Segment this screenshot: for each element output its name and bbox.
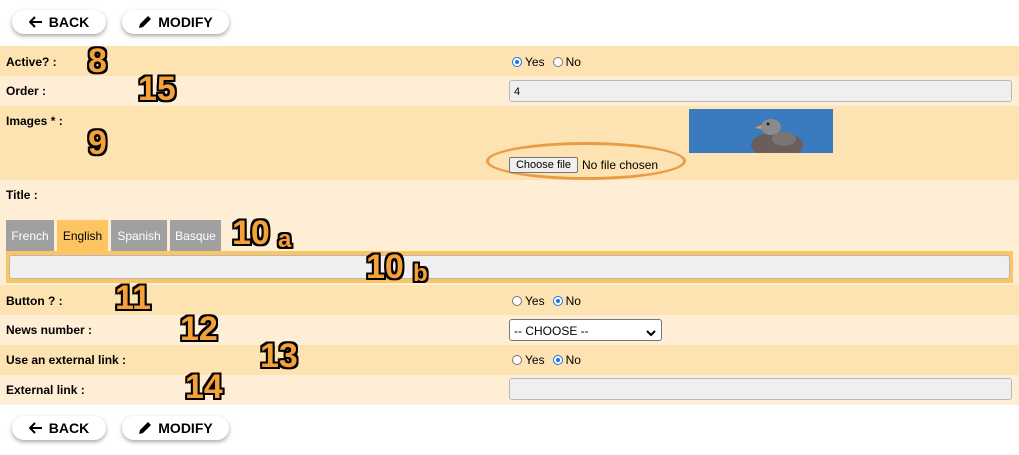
active-no-label: No xyxy=(565,55,581,69)
button-no-radio[interactable] xyxy=(552,296,563,306)
tab-english[interactable]: English xyxy=(57,220,108,251)
row-images: Images * : Choose file No file chosen xyxy=(0,106,1019,180)
image-thumbnail xyxy=(689,109,833,153)
annotation-15: 15 xyxy=(138,70,176,108)
back-label: BACK xyxy=(48,420,90,436)
annotation-10b-number: 10 xyxy=(366,248,404,286)
annotation-14: 14 xyxy=(185,368,223,406)
button-label: Button ? : xyxy=(6,294,63,308)
modify-label: MODIFY xyxy=(158,420,213,436)
order-input[interactable]: 4 xyxy=(509,80,1012,102)
title-input[interactable] xyxy=(9,255,1010,279)
arrow-left-icon xyxy=(28,16,43,28)
annotation-8: 8 xyxy=(88,42,107,80)
use-external-link-label: Use an external link : xyxy=(6,353,127,367)
modify-button-top[interactable]: MODIFY xyxy=(122,10,229,34)
tab-basque[interactable]: Basque xyxy=(170,220,221,251)
active-label: Active? : xyxy=(6,55,57,69)
button-yes-radio[interactable] xyxy=(512,296,522,306)
button-yes-label: Yes xyxy=(525,294,545,308)
annotation-13: 13 xyxy=(260,337,298,375)
back-label: BACK xyxy=(48,14,90,30)
external-no-label: No xyxy=(565,353,581,367)
choose-file-button[interactable]: Choose file xyxy=(509,157,578,173)
modify-button-bottom[interactable]: MODIFY xyxy=(122,416,229,440)
back-button-top[interactable]: BACK xyxy=(12,10,106,34)
annotation-9: 9 xyxy=(88,124,107,162)
arrow-left-icon xyxy=(28,422,43,434)
pencil-icon xyxy=(138,421,152,435)
external-link-input[interactable] xyxy=(509,378,1012,400)
annotation-11: 11 xyxy=(115,279,151,317)
annotation-10a-number: 10 xyxy=(232,214,270,252)
annotation-12: 12 xyxy=(180,310,218,348)
external-link-label: External link : xyxy=(6,383,85,397)
back-button-bottom[interactable]: BACK xyxy=(12,416,106,440)
news-number-selected: -- CHOOSE -- xyxy=(514,324,589,338)
images-label: Images * : xyxy=(6,114,63,128)
row-external-link: External link : xyxy=(0,375,1019,405)
row-use-external-link: Use an external link : Yes No xyxy=(0,345,1019,375)
annotation-10a-suffix: a xyxy=(278,226,292,253)
external-yes-radio[interactable] xyxy=(512,355,522,365)
tab-spanish[interactable]: Spanish xyxy=(111,220,167,251)
active-no-radio[interactable] xyxy=(552,57,563,67)
title-label: Title : xyxy=(6,188,38,202)
active-yes-label: Yes xyxy=(525,55,545,69)
tab-french[interactable]: French xyxy=(6,220,54,251)
external-yes-label: Yes xyxy=(525,353,545,367)
no-file-chosen-text: No file chosen xyxy=(582,158,659,172)
button-no-label: No xyxy=(565,294,581,308)
active-yes-radio[interactable] xyxy=(512,57,522,67)
row-button: Button ? : Yes No xyxy=(0,285,1019,315)
external-no-radio[interactable] xyxy=(552,355,563,365)
annotation-10b-suffix: b xyxy=(413,260,428,287)
pencil-icon xyxy=(138,15,152,29)
row-news-number: News number : -- CHOOSE -- xyxy=(0,315,1019,345)
chevron-down-icon xyxy=(646,326,656,340)
modify-label: MODIFY xyxy=(158,14,213,30)
news-number-label: News number : xyxy=(6,323,93,337)
news-number-select[interactable]: -- CHOOSE -- xyxy=(509,319,662,341)
order-label: Order : xyxy=(6,84,47,98)
